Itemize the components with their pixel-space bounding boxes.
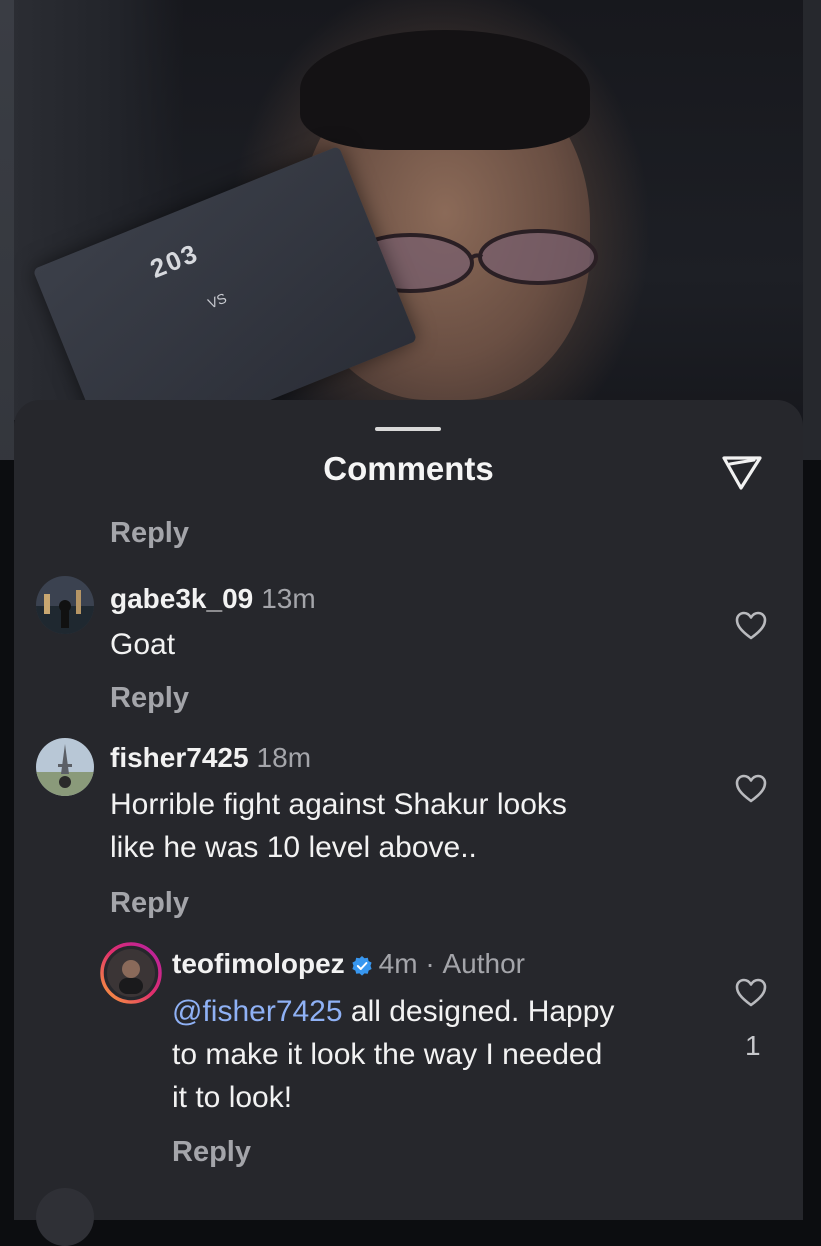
comment-time: 4m [378, 948, 418, 979]
like-count: 1 [745, 1030, 761, 1061]
reply-button[interactable]: Reply [110, 682, 189, 715]
sheet-title: Comments [323, 450, 494, 487]
program-title: 203 [145, 237, 203, 284]
drag-handle[interactable] [375, 427, 441, 431]
comment-line: Horrible fight against Shakur looks [110, 788, 567, 821]
comment-time: 13m [261, 583, 316, 614]
avatar-story-ring[interactable] [100, 942, 162, 1004]
mention-link[interactable]: @fisher7425 [172, 995, 343, 1028]
comment-line: @fisher7425 all designed. Happy [172, 990, 614, 1033]
comments-sheet: Comments Reply gabe3k_09 13m Goat Reply [14, 400, 803, 1246]
verified-badge-icon [352, 955, 372, 976]
reply-button[interactable]: Reply [110, 517, 189, 550]
author-badge: Author [442, 948, 525, 979]
post-image[interactable]: 203 VS [0, 0, 821, 460]
avatar[interactable] [36, 576, 94, 634]
reply-button[interactable]: Reply [172, 1136, 251, 1169]
comment-username[interactable]: teofimolopez 4m · Author [172, 948, 525, 980]
comment-line: to make it look the way I needed [172, 1038, 603, 1071]
username-text[interactable]: fisher7425 [110, 742, 249, 773]
comment-username[interactable]: fisher7425 18m [110, 742, 311, 774]
reply-button[interactable]: Reply [110, 887, 189, 920]
comment-text: Horrible fight against Shakur looks like… [110, 783, 567, 869]
send-icon[interactable] [720, 452, 764, 492]
comment-text: @fisher7425 all designed. Happy to make … [172, 990, 614, 1119]
program-vs: VS [205, 289, 229, 312]
username-text[interactable]: gabe3k_09 [110, 583, 253, 614]
username-text[interactable]: teofimolopez [172, 948, 345, 979]
heart-icon[interactable] [734, 977, 768, 1009]
avatar[interactable] [36, 738, 94, 796]
heart-icon[interactable] [734, 610, 768, 642]
avatar[interactable] [36, 1188, 94, 1246]
hair [300, 30, 590, 150]
separator-dot: · [425, 948, 435, 979]
comment-line: it to look! [172, 1081, 293, 1114]
heart-icon[interactable] [734, 773, 768, 805]
comment-line-text: all designed. Happy [342, 995, 615, 1028]
comment-line: like he was 10 level above.. [110, 831, 477, 864]
comment-text: Goat [110, 628, 176, 661]
comment-time: 18m [256, 742, 312, 773]
comment-username[interactable]: gabe3k_09 13m [110, 583, 316, 615]
